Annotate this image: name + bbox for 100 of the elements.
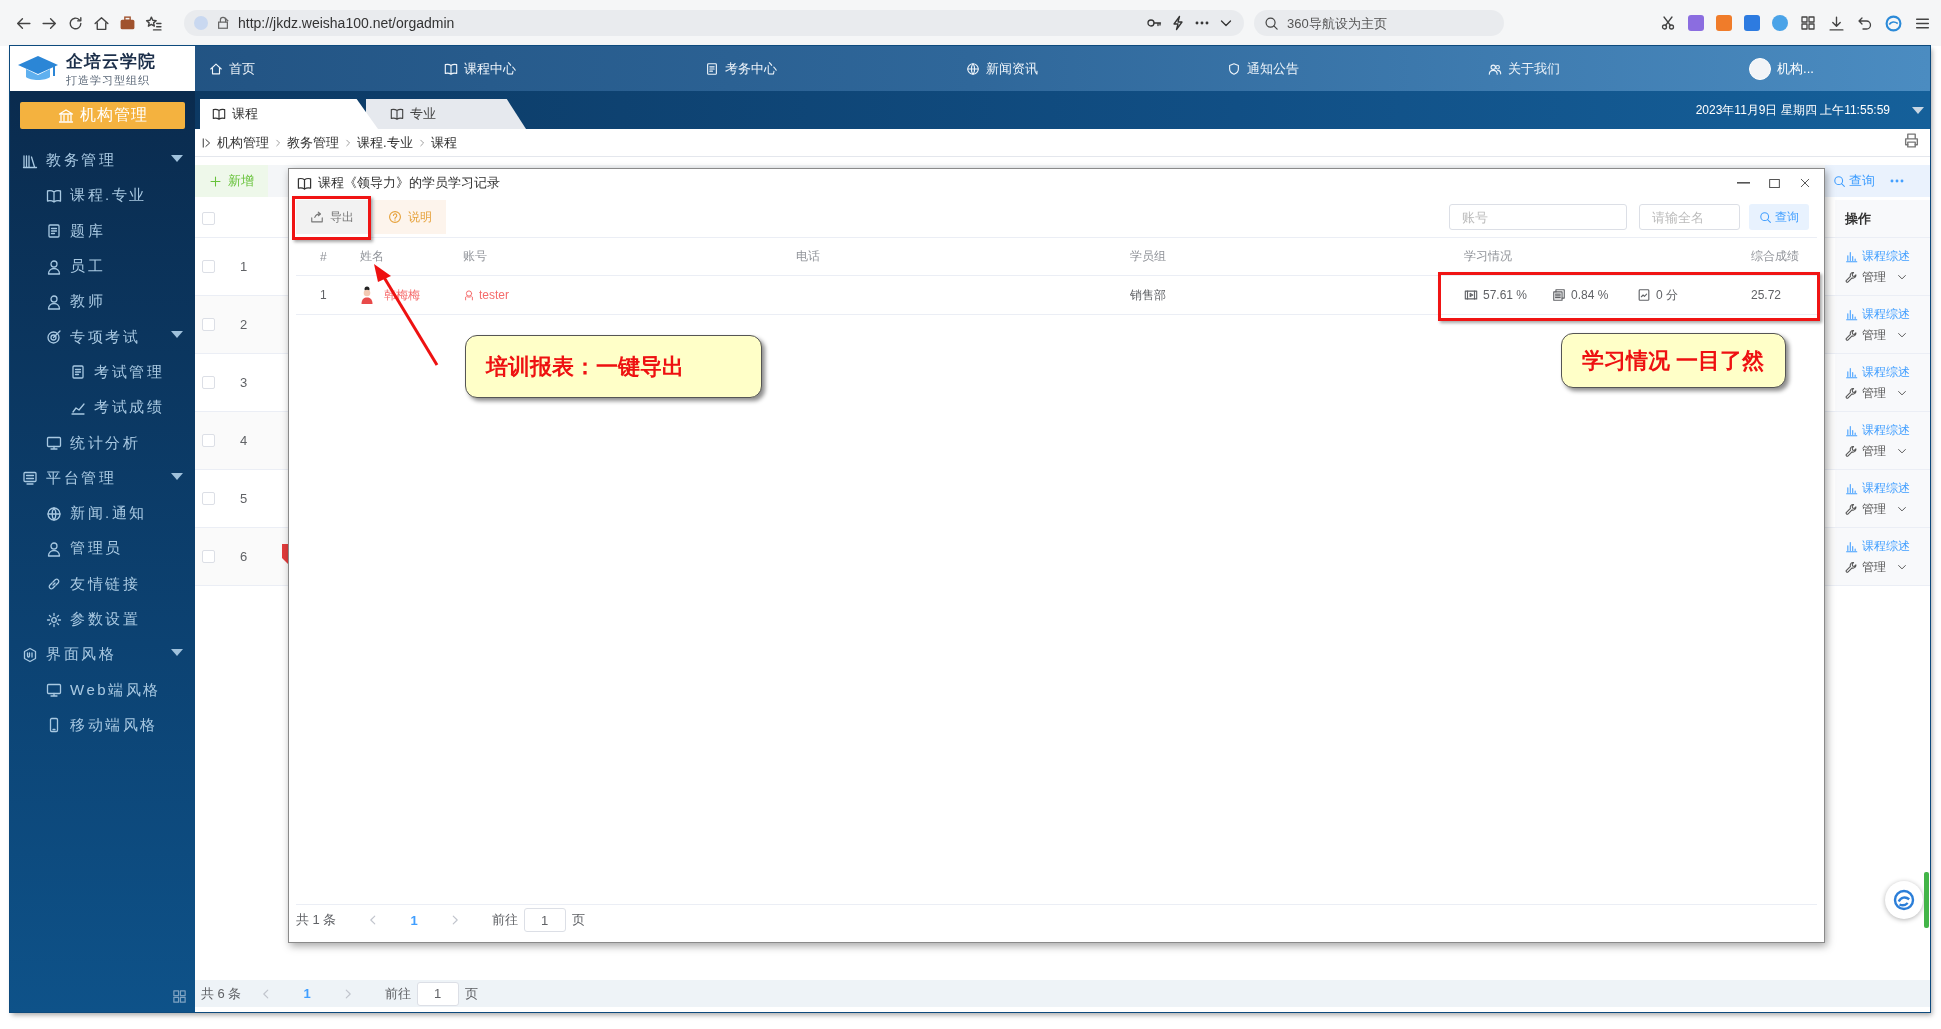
dialog-title: 课程《领导力》的学员学习记录 — [318, 174, 500, 192]
nav-item[interactable]: 教务管理 — [10, 143, 195, 179]
exam-paper-icon — [1637, 288, 1651, 302]
nav-item[interactable]: 统计分析 — [10, 425, 195, 461]
minimize-icon[interactable] — [1737, 182, 1750, 184]
swirl-icon — [1892, 888, 1916, 912]
breadcrumb-link[interactable]: 机构管理 — [217, 133, 269, 152]
list-icon — [22, 470, 38, 487]
extension-icon[interactable] — [1772, 15, 1788, 31]
nav-item[interactable]: 专项考试 — [10, 319, 195, 355]
user-name[interactable]: 机构... — [1777, 59, 1814, 78]
nav-item[interactable]: 平台管理 — [10, 460, 195, 496]
briefcase-icon[interactable] — [118, 14, 136, 32]
column-header: 电话 — [795, 248, 821, 265]
caret-icon[interactable] — [171, 155, 183, 162]
checkbox[interactable] — [202, 550, 215, 563]
dropdown-arrow-icon[interactable] — [1912, 107, 1924, 114]
chevron-right-icon — [273, 137, 283, 148]
nav-link[interactable]: 课程中心 — [444, 59, 516, 78]
page-input[interactable]: 1 — [523, 908, 566, 932]
breadcrumb-link[interactable]: 课程.专业 — [357, 133, 413, 152]
checkbox[interactable] — [202, 376, 215, 389]
row-number: 1 — [240, 259, 248, 274]
nav-item[interactable]: Web端风格 — [10, 672, 195, 708]
manage-menu[interactable]: 管理 — [1845, 268, 1930, 286]
name-field[interactable]: 请输全名 — [1639, 204, 1740, 230]
caret-icon[interactable] — [171, 331, 183, 339]
settings-icon — [46, 611, 62, 628]
bar-chart-icon — [1845, 307, 1858, 321]
help-icon — [388, 210, 402, 224]
nav-link[interactable]: 首页 — [209, 59, 255, 78]
logo-subtitle: 打造学习型组织 — [66, 72, 151, 88]
manage-menu[interactable]: 管理 — [1845, 500, 1930, 518]
manage-menu[interactable]: 管理 — [1845, 558, 1930, 576]
nav-item[interactable]: 教师 — [10, 284, 195, 320]
checkbox[interactable] — [202, 318, 215, 331]
breadcrumb-start-icon — [201, 136, 213, 149]
target-icon — [46, 329, 62, 346]
nav-item[interactable]: 员工 — [10, 248, 195, 285]
column-header: 操作 — [1845, 209, 1872, 228]
tab[interactable]: 专业 — [366, 99, 526, 129]
nav-item[interactable]: 课程.专业 — [10, 178, 195, 214]
overall-score: 25.72 — [1750, 288, 1783, 302]
breadcrumb-link[interactable]: 课程 — [430, 133, 457, 152]
person-icon — [46, 293, 62, 310]
tab[interactable]: 课程 — [200, 99, 378, 129]
nav-item[interactable]: 新闻.通知 — [10, 495, 195, 532]
browser-logo-icon[interactable] — [1885, 14, 1902, 32]
nav-link[interactable]: 新闻资讯 — [966, 59, 1039, 78]
url-text: http://jkdz.weisha100.net/orgadmin — [238, 15, 455, 31]
page-input[interactable]: 1 — [416, 981, 459, 1006]
total-count: 共 1 条 — [296, 911, 337, 929]
nav-item[interactable]: 考试管理 — [10, 354, 195, 391]
extension-icon[interactable] — [1716, 15, 1732, 31]
video-icon — [1464, 288, 1478, 302]
checkbox[interactable] — [202, 492, 215, 505]
nav-item[interactable]: 题库 — [10, 213, 195, 249]
nav-link[interactable]: 考务中心 — [705, 59, 778, 78]
printer-icon — [1903, 132, 1920, 149]
manage-menu[interactable]: 管理 — [1845, 442, 1930, 460]
address-bar[interactable]: http://jkdz.weisha100.net/orgadmin — [184, 10, 1244, 36]
nav-item[interactable]: 界面风格 — [10, 637, 195, 673]
caret-icon[interactable] — [171, 649, 183, 657]
account-field[interactable]: 账号 — [1449, 204, 1627, 230]
download-icon — [1828, 14, 1845, 32]
video-stat: 57.61 % — [1483, 288, 1528, 302]
book-icon — [212, 107, 226, 121]
book-icon — [46, 187, 62, 204]
nav-item[interactable]: 移动端风格 — [10, 707, 195, 744]
nav-link[interactable]: 关于我们 — [1488, 59, 1561, 78]
checkbox[interactable] — [202, 260, 215, 273]
callout: 学习情况 一目了然 — [1561, 333, 1786, 388]
column-header: 姓名 — [359, 248, 385, 265]
search-box[interactable]: 360导航设为主页 — [1254, 10, 1504, 36]
export-button[interactable]: 导出 — [296, 200, 368, 234]
shield-icon — [1227, 61, 1242, 76]
manage-menu[interactable]: 管理 — [1845, 384, 1930, 402]
nav-item[interactable]: 管理员 — [10, 531, 195, 567]
caret-icon[interactable] — [171, 472, 183, 480]
nav-item[interactable]: 友情链接 — [10, 566, 195, 602]
wrench-icon — [1845, 386, 1858, 400]
book-icon — [297, 175, 312, 191]
nav-link[interactable]: 通知公告 — [1227, 59, 1300, 78]
checkbox[interactable] — [202, 434, 215, 447]
search-field[interactable]: 360导航设为主页 — [1285, 14, 1494, 32]
breadcrumb-link[interactable]: 教务管理 — [287, 133, 339, 152]
avatar[interactable] — [1749, 57, 1772, 80]
wrench-icon — [1845, 560, 1858, 574]
nav-item[interactable]: 参数设置 — [10, 601, 195, 638]
nav-item[interactable]: 考试成绩 — [10, 390, 195, 426]
home-icon — [92, 14, 110, 32]
select-all-checkbox[interactable] — [202, 212, 215, 225]
manage-menu[interactable]: 管理 — [1845, 326, 1930, 344]
extension-icon[interactable] — [1744, 15, 1760, 31]
search-icon — [1759, 210, 1772, 224]
extension-icon[interactable] — [1688, 15, 1704, 31]
bar-chart-icon — [1845, 539, 1858, 553]
monitor-icon — [46, 435, 62, 451]
bank-icon — [57, 107, 74, 124]
document-icon — [705, 61, 720, 76]
